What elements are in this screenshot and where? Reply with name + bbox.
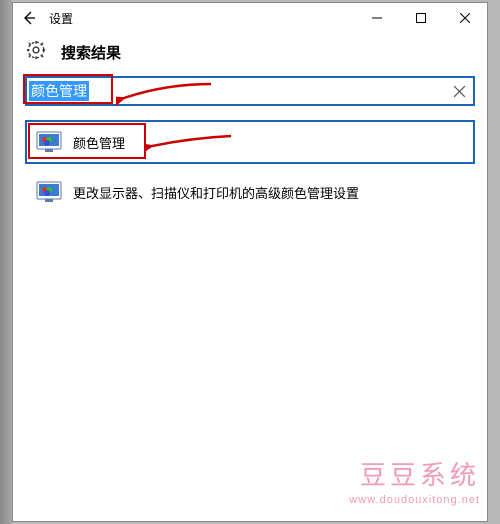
gear-icon [25, 39, 47, 66]
results-list: 颜色管理 更改显示器、扫描仪和打印机的高级颜色管理设置 [25, 120, 475, 214]
titlebar: 设置 [13, 3, 487, 33]
clear-search-button[interactable] [445, 78, 473, 104]
page-title: 搜索结果 [61, 42, 121, 63]
back-button[interactable] [13, 3, 45, 33]
search-box[interactable]: 颜色管理 [25, 76, 475, 106]
minimize-button[interactable] [355, 3, 399, 33]
settings-window: 设置 搜索结果 颜色管理 [12, 2, 488, 522]
color-management-icon [35, 178, 63, 206]
window-title: 设置 [49, 10, 73, 27]
result-label: 颜色管理 [73, 133, 125, 152]
result-item-color-management[interactable]: 颜色管理 [25, 120, 475, 164]
result-label: 更改显示器、扫描仪和打印机的高级颜色管理设置 [73, 183, 359, 202]
header: 搜索结果 [13, 33, 487, 74]
result-item-advanced-color[interactable]: 更改显示器、扫描仪和打印机的高级颜色管理设置 [25, 170, 475, 214]
search-input-value[interactable]: 颜色管理 [29, 81, 89, 101]
color-management-icon [35, 128, 63, 156]
maximize-button[interactable] [399, 3, 443, 33]
close-button[interactable] [443, 3, 487, 33]
